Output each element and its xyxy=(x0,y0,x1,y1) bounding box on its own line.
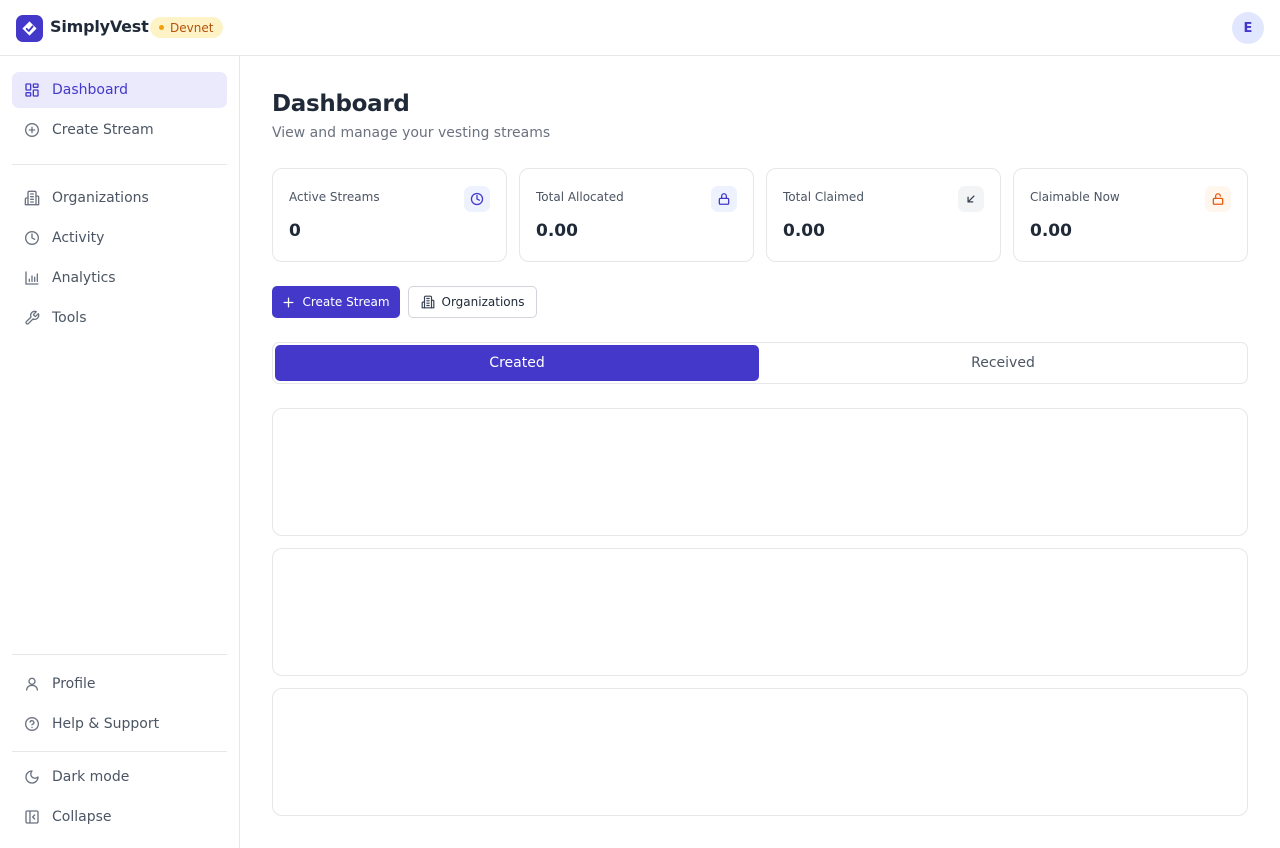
stat-card-active-streams: Active Streams 0 xyxy=(272,168,507,262)
network-badge-label: Devnet xyxy=(170,20,214,35)
user-avatar[interactable]: E xyxy=(1232,12,1264,44)
sidebar-item-help-support[interactable]: Help & Support xyxy=(12,706,227,742)
sidebar-divider xyxy=(12,751,227,752)
sidebar: Dashboard Create Stream Organizations Ac… xyxy=(0,56,240,848)
stat-card-total-allocated: Total Allocated 0.00 xyxy=(519,168,754,262)
sidebar-divider xyxy=(12,164,227,165)
plus-icon xyxy=(283,297,294,307)
building-icon xyxy=(421,295,434,309)
help-circle-icon xyxy=(24,716,40,732)
stream-card-placeholder xyxy=(272,688,1248,816)
organizations-button-label: Organizations xyxy=(441,295,525,309)
sidebar-item-label: Dashboard xyxy=(52,82,128,98)
tab-created[interactable]: Created xyxy=(275,345,759,381)
building-icon xyxy=(24,190,40,206)
plus-circle-icon xyxy=(24,122,40,138)
sidebar-item-label: Help & Support xyxy=(52,716,160,732)
sidebar-item-label: Activity xyxy=(52,230,105,246)
moon-icon xyxy=(24,769,40,785)
sidebar-item-tools[interactable]: Tools xyxy=(12,300,227,336)
sidebar-item-dashboard[interactable]: Dashboard xyxy=(12,72,227,108)
tab-received[interactable]: Received xyxy=(761,345,1245,381)
organizations-button[interactable]: Organizations xyxy=(408,286,537,318)
arrow-down-left-icon xyxy=(958,186,984,212)
stream-card-placeholder xyxy=(272,408,1248,536)
create-stream-button[interactable]: Create Stream xyxy=(272,286,400,318)
stat-value: 0 xyxy=(289,221,301,241)
create-stream-button-label: Create Stream xyxy=(302,295,390,309)
sidebar-item-label: Profile xyxy=(52,676,96,692)
sidebar-item-label: Create Stream xyxy=(52,122,154,138)
status-dot-icon xyxy=(159,25,164,30)
collapse-icon xyxy=(24,809,40,825)
stat-label: Total Claimed xyxy=(783,190,864,204)
simplyvest-logo-icon[interactable] xyxy=(16,15,43,42)
stream-tabs: Created Received xyxy=(272,342,1248,384)
sidebar-item-organizations[interactable]: Organizations xyxy=(12,180,227,216)
clock-icon xyxy=(24,230,40,246)
sidebar-item-label: Organizations xyxy=(52,190,149,206)
sidebar-item-profile[interactable]: Profile xyxy=(12,666,227,702)
top-header: SimplyVest Devnet E xyxy=(0,0,1280,56)
dark-mode-toggle[interactable]: Dark mode xyxy=(12,759,227,795)
stat-card-claimable-now: Claimable Now 0.00 xyxy=(1013,168,1248,262)
sidebar-item-label: Analytics xyxy=(52,270,116,286)
user-icon xyxy=(24,676,40,692)
stat-label: Total Allocated xyxy=(536,190,624,204)
sidebar-divider xyxy=(12,654,227,655)
network-badge: Devnet xyxy=(150,17,224,38)
sidebar-item-analytics[interactable]: Analytics xyxy=(12,260,227,296)
lock-icon xyxy=(711,186,737,212)
sidebar-item-create-stream[interactable]: Create Stream xyxy=(12,112,227,148)
page-subtitle: View and manage your vesting streams xyxy=(272,125,551,141)
collapse-sidebar-button[interactable]: Collapse xyxy=(12,799,227,835)
sidebar-item-label: Collapse xyxy=(52,809,112,825)
dashboard-icon xyxy=(24,82,40,98)
sidebar-item-label: Dark mode xyxy=(52,769,130,785)
stat-card-total-claimed: Total Claimed 0.00 xyxy=(766,168,1001,262)
sidebar-item-activity[interactable]: Activity xyxy=(12,220,227,256)
page-title: Dashboard xyxy=(272,91,410,117)
stream-card-placeholder xyxy=(272,548,1248,676)
wrench-icon xyxy=(24,310,40,326)
stat-value: 0.00 xyxy=(536,221,578,241)
sidebar-item-label: Tools xyxy=(52,310,87,326)
brand-name: SimplyVest xyxy=(50,17,149,36)
bar-chart-icon xyxy=(24,270,40,286)
clock-icon xyxy=(464,186,490,212)
stat-value: 0.00 xyxy=(783,221,825,241)
stat-label: Claimable Now xyxy=(1030,190,1120,204)
unlock-icon xyxy=(1205,186,1231,212)
stat-label: Active Streams xyxy=(289,190,380,204)
stat-value: 0.00 xyxy=(1030,221,1072,241)
